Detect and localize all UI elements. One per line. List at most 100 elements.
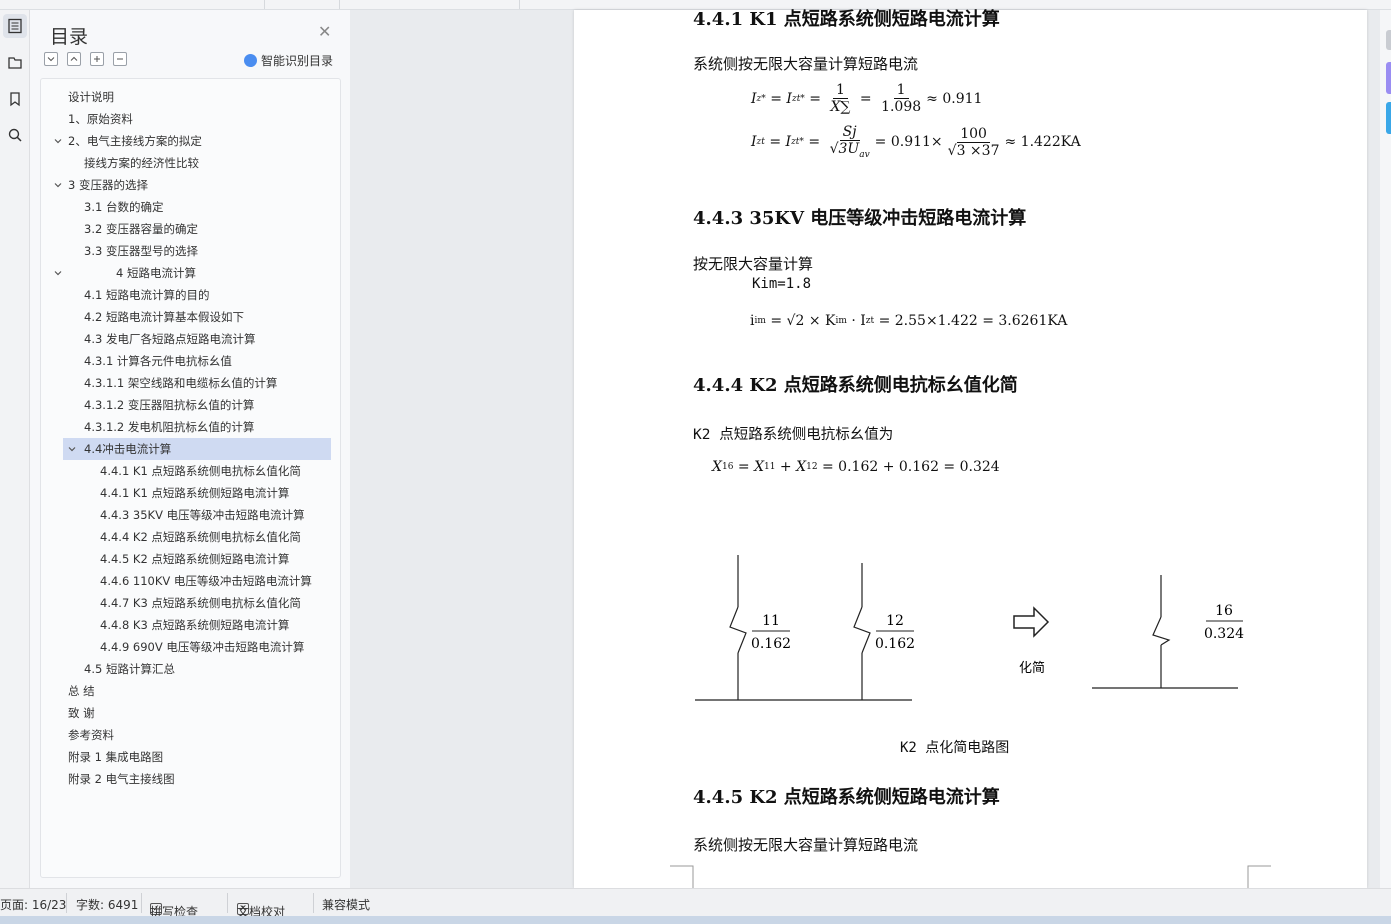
simplify-arrow-icon [1013, 606, 1050, 638]
side-tab[interactable] [1386, 30, 1391, 50]
equation-3: i im = √2 × Kim · Izt = 2.55×1.422 = 3.62… [750, 313, 1067, 329]
side-rail [0, 10, 30, 888]
branch-11: 11 0.162 [729, 555, 791, 700]
toc-item-label: 4.4.3 35KV 电压等级冲击短路电流计算 [100, 508, 305, 522]
k2-circuit-diagram: 11 0.162 12 0.162 化简 16 0.324 [695, 555, 1244, 701]
toc-item[interactable]: 1、原始资料 [41, 108, 340, 130]
toc-item-label: 4.3.1 计算各元件电抗标幺值 [84, 354, 232, 368]
toc-item[interactable]: 致 谢 [41, 702, 340, 724]
heading-4-4-5: 4.4.5 K2 点短路系统侧短路电流计算 [693, 787, 1000, 808]
toc-item-label: 4.1 短路电流计算的目的 [84, 288, 210, 302]
equation-2: Izt = Izt* = Sj √3Uav = 0.911× 100 √3 ×37 … [751, 124, 1081, 160]
toc-item[interactable]: 3.2 变压器容量的确定 [41, 218, 340, 240]
figure-caption: K2 点化简电路图 [900, 740, 1010, 756]
toc-item[interactable]: 4.4.7 K3 点短路系统侧电抗标幺值化简 [41, 592, 340, 614]
toc-item[interactable]: 4.4.1 K1 点短路系统侧短路电流计算 [41, 482, 340, 504]
toc-item[interactable]: 4.3 发电厂各短路点短路电流计算 [41, 328, 340, 350]
paragraph: 系统侧按无限大容量计算短路电流 [693, 836, 919, 854]
toc-item-label: 参考资料 [68, 728, 114, 742]
eq-symbol: X [712, 459, 722, 475]
toc-item[interactable]: 3.3 变压器型号的选择 [41, 240, 340, 262]
toc-item[interactable]: 4.2 短路电流计算基本假设如下 [41, 306, 340, 328]
toc-item[interactable]: 4.4.6 110KV 电压等级冲击短路电流计算 [41, 570, 340, 592]
denominator: √3 ×37 [947, 142, 1000, 159]
toc-list: 设计说明 1、原始资料 2、电气主接线方案的拟定接线方案的经济性比较 3 变压器的选择… [40, 78, 341, 878]
toc-item[interactable]: 参考资料 [41, 724, 340, 746]
toc-item-label: 4.4冲击电流计算 [84, 442, 172, 456]
side-tab[interactable] [1386, 102, 1391, 134]
eq-sub: zt* [791, 93, 805, 104]
toc-toolbar [44, 52, 127, 66]
toc-item[interactable]: 总 结 [41, 680, 340, 702]
toc-item[interactable]: 4.5 短路计算汇总 [41, 658, 340, 680]
toc-item[interactable]: 2、电气主接线方案的拟定 [41, 130, 340, 152]
toc-item[interactable]: 3.1 台数的确定 [41, 196, 340, 218]
chapter-nav-icon[interactable] [3, 50, 27, 74]
expand-all-button[interactable] [67, 52, 81, 66]
collapse-all-button[interactable] [44, 52, 58, 66]
add-heading-button[interactable] [90, 52, 104, 66]
branch-value: 0.324 [1204, 626, 1244, 642]
fraction: 100 √3 ×37 [945, 126, 1003, 159]
toc-item[interactable]: 4.4.1 K1 点短路系统侧电抗标幺值化简 [41, 460, 340, 482]
eq-sub: zt [865, 316, 875, 326]
toc-item[interactable]: 4.4.9 690V 电压等级冲击短路电流计算 [41, 636, 340, 658]
toc-item[interactable]: 4.4.8 K3 点短路系统侧短路电流计算 [41, 614, 340, 636]
search-icon[interactable] [3, 123, 27, 147]
toc-item-label: 3.3 变压器型号的选择 [84, 244, 198, 258]
eq-sub: im [835, 316, 847, 326]
toc-item[interactable]: 4.3.1.1 架空线路和电缆标幺值的计算 [41, 372, 340, 394]
eq-symbol: X [754, 459, 765, 475]
toc-item-label: 4.5 短路计算汇总 [84, 662, 175, 676]
branch-number: 16 [1215, 603, 1233, 619]
heading-4-4-4: 4.4.4 K2 点短路系统侧电抗标幺值化简 [693, 375, 1018, 396]
toc-item[interactable]: 4.3.1.2 变压器阻抗标幺值的计算 [41, 394, 340, 416]
toc-item-label: 3.1 台数的确定 [84, 200, 164, 214]
toc-item-label: 4 短路电流计算 [116, 266, 196, 280]
heading-4-4-1: 4.4.1 K1 点短路系统侧短路电流计算 [693, 9, 1000, 30]
eq-symbol: X [796, 459, 807, 475]
smart-toc-button[interactable]: 智能识别目录 [244, 52, 333, 69]
toc-item[interactable]: 附录 1 集成电路图 [41, 746, 340, 768]
toc-item-label: 4.3.1.2 发电机阻抗标幺值的计算 [84, 420, 255, 434]
toc-item[interactable]: 4.4.5 K2 点短路系统侧短路电流计算 [41, 548, 340, 570]
chevron-down-icon[interactable] [53, 136, 63, 149]
toc-item-label: 总 结 [68, 684, 95, 698]
toc-item-label: 4.4.5 K2 点短路系统侧短路电流计算 [100, 552, 290, 566]
toc-item[interactable]: 附录 2 电气主接线图 [41, 768, 340, 790]
chevron-down-icon[interactable] [53, 268, 63, 281]
toc-item[interactable]: 4.4.4 K2 点短路系统侧电抗标幺值化简 [41, 526, 340, 548]
equation-1: Iz* = Izt* = 1 X∑ = 1 1.098 ≈ 0.911 [751, 82, 983, 116]
eq-middle: = √2 × K [770, 313, 836, 329]
eq-sub: im [754, 316, 766, 326]
chevron-down-icon[interactable] [67, 444, 77, 457]
chevron-down-icon[interactable] [53, 180, 63, 193]
side-tab[interactable] [1386, 62, 1391, 94]
toc-item-label: 设计说明 [68, 90, 114, 104]
toc-item[interactable]: 4.4冲击电流计算 [63, 438, 331, 460]
bookmark-icon[interactable] [3, 87, 27, 111]
toc-item[interactable]: 接线方案的经济性比较 [41, 152, 340, 174]
numerator: 1 [893, 82, 909, 100]
page-count[interactable]: 页面: 16/23 [0, 896, 66, 913]
toc-panel-icon[interactable] [3, 14, 27, 38]
toc-item-label: 2、电气主接线方案的拟定 [68, 134, 202, 148]
document-page: 4.4.1 K1 点短路系统侧短路电流计算 系统侧按无限大容量计算短路电流 Iz… [574, 9, 1367, 888]
toc-item[interactable]: 设计说明 [41, 86, 340, 108]
word-count[interactable]: 字数: 6491 [76, 896, 138, 913]
toc-item-label: 4.4.7 K3 点短路系统侧电抗标幺值化简 [100, 596, 301, 610]
toc-item-label: 致 谢 [68, 706, 95, 720]
toc-item-label: 4.3 发电厂各短路点短路电流计算 [84, 332, 256, 346]
toc-item-label: 1、原始资料 [68, 112, 133, 126]
remove-heading-button[interactable] [113, 52, 127, 66]
close-icon[interactable]: ✕ [318, 22, 331, 41]
toc-item[interactable]: 4 短路电流计算 [41, 262, 340, 284]
eq-sub: 12 [806, 462, 818, 472]
toc-item[interactable]: 4.1 短路电流计算的目的 [41, 284, 340, 306]
toc-item[interactable]: 4.4.3 35KV 电压等级冲击短路电流计算 [41, 504, 340, 526]
arrow-label: 化简 [1019, 660, 1045, 676]
toc-item[interactable]: 4.3.1.2 发电机阻抗标幺值的计算 [41, 416, 340, 438]
toc-item[interactable]: 4.3.1 计算各元件电抗标幺值 [41, 350, 340, 372]
compat-mode[interactable]: 兼容模式 [322, 896, 370, 913]
toc-item[interactable]: 3 变压器的选择 [41, 174, 340, 196]
